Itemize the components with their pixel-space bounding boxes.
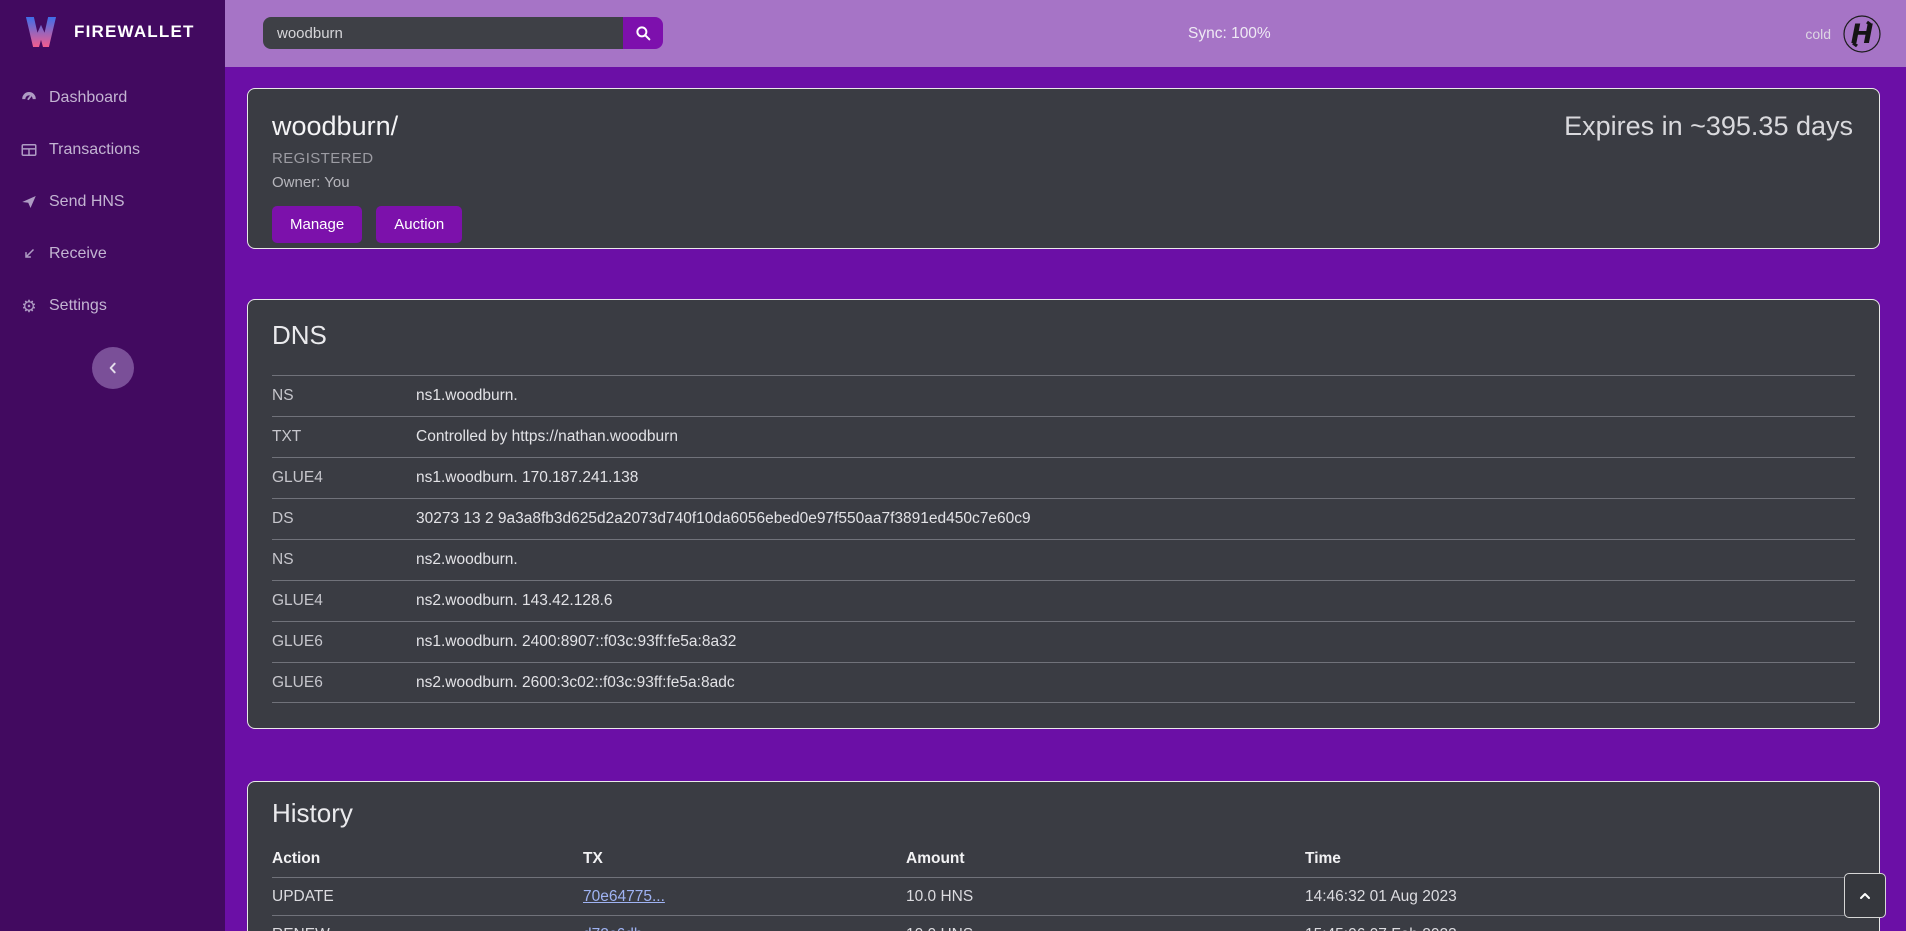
sidebar-item-send-hns[interactable]: Send HNS xyxy=(0,176,225,228)
history-col-tx: TX xyxy=(583,850,906,868)
sidebar-item-label: Transactions xyxy=(49,141,140,159)
dns-record-value: ns2.woodburn. 2600:3c02::f03c:93ff:fe5a:… xyxy=(416,674,1855,692)
sidebar: FIREWALLET Dashboard Transactions Send H… xyxy=(0,0,225,931)
history-time: 15:45:06 07 Feb 2023 xyxy=(1305,926,1855,931)
dns-record-value: ns2.woodburn. xyxy=(416,551,1855,569)
dns-title: DNS xyxy=(272,320,1855,351)
dns-record-row: NS ns1.woodburn. xyxy=(272,375,1855,416)
brand-name: FIREWALLET xyxy=(74,22,195,42)
dns-record-type: NS xyxy=(272,387,416,405)
history-row: UPDATE 70e64775... 10.0 HNS 14:46:32 01 … xyxy=(272,877,1855,915)
tx-link[interactable]: d72c6db... xyxy=(583,926,655,931)
sidebar-item-receive[interactable]: Receive xyxy=(0,228,225,280)
tx-link[interactable]: 70e64775... xyxy=(583,888,665,905)
sidebar-item-label: Settings xyxy=(49,297,107,315)
dns-record-type: GLUE4 xyxy=(272,592,416,610)
chevron-up-icon xyxy=(1857,888,1873,904)
search-input[interactable] xyxy=(263,17,623,49)
domain-status: REGISTERED xyxy=(272,150,1855,167)
search-icon xyxy=(634,24,652,42)
history-card: History Action TX Amount Time UPDATE 70e… xyxy=(247,781,1880,931)
sidebar-item-label: Send HNS xyxy=(49,193,125,211)
table-icon xyxy=(20,141,38,159)
dns-record-row: DS 30273 13 2 9a3a8fb3d625d2a2073d740f10… xyxy=(272,498,1855,539)
gauge-icon xyxy=(20,89,38,107)
history-row: RENEW d72c6db... 10.0 HNS 15:45:06 07 Fe… xyxy=(272,915,1855,931)
wallet-indicator[interactable]: cold H xyxy=(1805,0,1884,67)
history-amount: 10.0 HNS xyxy=(906,888,1305,906)
dns-record-value: ns1.woodburn. xyxy=(416,387,1855,405)
gear-icon: ⚙ xyxy=(20,297,38,315)
search-button[interactable] xyxy=(623,17,663,49)
wallet-badge: cold xyxy=(1805,26,1831,42)
auction-button[interactable]: Auction xyxy=(376,206,462,243)
main-area: Sync: 100% cold H woodburn/ Expires in ~… xyxy=(225,0,1906,931)
history-action: RENEW xyxy=(272,926,583,931)
dns-record-row: TXT Controlled by https://nathan.woodbur… xyxy=(272,416,1855,457)
dns-record-value: ns2.woodburn. 143.42.128.6 xyxy=(416,592,1855,610)
topbar: Sync: 100% cold H xyxy=(225,0,1906,67)
domain-owner: Owner: You xyxy=(272,174,1855,191)
dns-record-value: 30273 13 2 9a3a8fb3d625d2a2073d740f10da6… xyxy=(416,510,1855,528)
firewallet-logo-icon xyxy=(22,13,60,51)
dns-record-type: GLUE6 xyxy=(272,633,416,651)
history-time: 14:46:32 01 Aug 2023 xyxy=(1305,888,1855,906)
dns-record-type: GLUE4 xyxy=(272,469,416,487)
dns-record-row: GLUE4 ns2.woodburn. 143.42.128.6 xyxy=(272,580,1855,621)
history-action: UPDATE xyxy=(272,888,583,906)
handshake-logo: H xyxy=(1840,12,1884,56)
search-box xyxy=(263,17,663,49)
dns-record-row: NS ns2.woodburn. xyxy=(272,539,1855,580)
dns-record-row: GLUE6 ns2.woodburn. 2600:3c02::f03c:93ff… xyxy=(272,662,1855,703)
manage-button[interactable]: Manage xyxy=(272,206,362,243)
dns-record-value: ns1.woodburn. 2400:8907::f03c:93ff:fe5a:… xyxy=(416,633,1855,651)
history-amount: 10.0 HNS xyxy=(906,926,1305,931)
send-icon xyxy=(20,193,38,211)
sidebar-item-dashboard[interactable]: Dashboard xyxy=(0,72,225,124)
sidebar-item-label: Dashboard xyxy=(49,89,127,107)
sidebar-item-label: Receive xyxy=(49,245,107,263)
dns-record-value: Controlled by https://nathan.woodburn xyxy=(416,428,1855,446)
dns-record-type: GLUE6 xyxy=(272,674,416,692)
dns-record-row: GLUE6 ns1.woodburn. 2400:8907::f03c:93ff… xyxy=(272,621,1855,662)
content: woodburn/ Expires in ~395.35 days REGIST… xyxy=(225,67,1906,931)
history-header-row: Action TX Amount Time xyxy=(272,841,1855,877)
sidebar-item-transactions[interactable]: Transactions xyxy=(0,124,225,176)
history-title: History xyxy=(272,798,1855,829)
sidebar-nav: Dashboard Transactions Send HNS Receive … xyxy=(0,72,225,332)
chevron-left-icon xyxy=(105,360,121,376)
sidebar-item-settings[interactable]: ⚙ Settings xyxy=(0,280,225,332)
dns-table: NS ns1.woodburn. TXT Controlled by https… xyxy=(272,375,1855,703)
sync-status: Sync: 100% xyxy=(1188,0,1271,67)
domain-actions: Manage Auction xyxy=(272,206,1855,243)
dns-record-row: GLUE4 ns1.woodburn. 170.187.241.138 xyxy=(272,457,1855,498)
dns-record-value: ns1.woodburn. 170.187.241.138 xyxy=(416,469,1855,487)
receive-icon xyxy=(20,245,38,263)
dns-record-type: DS xyxy=(272,510,416,528)
sidebar-collapse-button[interactable] xyxy=(92,347,134,389)
dns-record-type: NS xyxy=(272,551,416,569)
scroll-to-top-button[interactable] xyxy=(1844,873,1886,918)
history-col-time: Time xyxy=(1305,850,1855,868)
history-col-amount: Amount xyxy=(906,850,1305,868)
dns-card: DNS NS ns1.woodburn. TXT Controlled by h… xyxy=(247,299,1880,729)
history-col-action: Action xyxy=(272,850,583,868)
domain-expiry: Expires in ~395.35 days xyxy=(1564,111,1853,142)
brand: FIREWALLET xyxy=(0,0,225,64)
domain-card: woodburn/ Expires in ~395.35 days REGIST… xyxy=(247,88,1880,249)
dns-record-type: TXT xyxy=(272,428,416,446)
